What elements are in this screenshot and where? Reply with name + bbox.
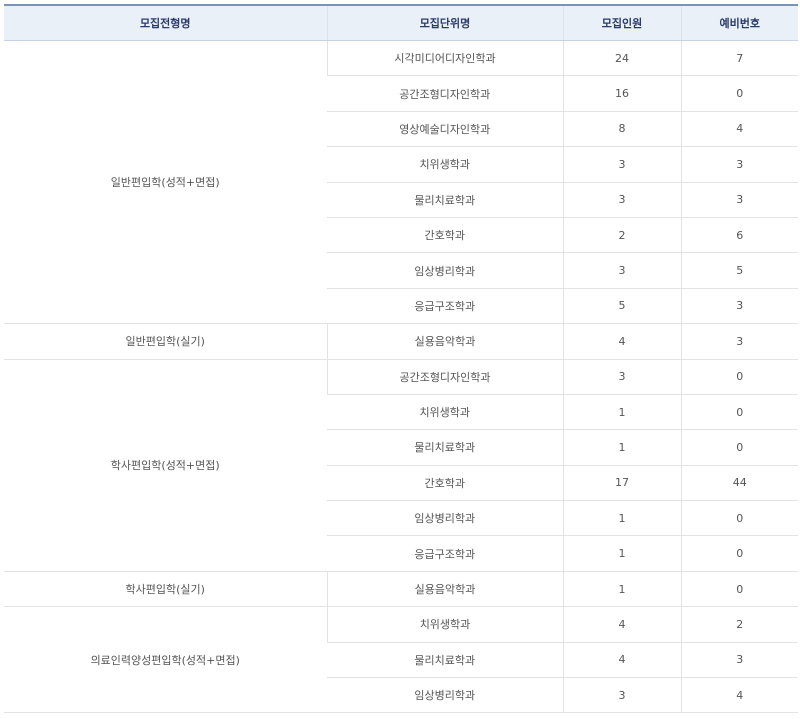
recruit-count-cell: 3 bbox=[562, 677, 681, 714]
reserve-number-cell: 44 bbox=[680, 465, 798, 502]
track-name-cell: 학사편입학(성적+면접) bbox=[4, 359, 327, 572]
recruit-count-cell: 1 bbox=[562, 571, 681, 608]
reserve-number-cell: 3 bbox=[680, 146, 798, 183]
reserve-number-cell: 3 bbox=[680, 288, 798, 325]
recruit-count-cell: 1 bbox=[562, 394, 681, 431]
reserve-number-cell: 0 bbox=[680, 75, 798, 112]
table-row: 일반편입학(실기) 실용음악학과 4 3 bbox=[4, 323, 798, 360]
recruit-count-cell: 16 bbox=[562, 75, 681, 112]
table-row: 일반편입학(성적+면접) 시각미디어디자인학과 24 7 bbox=[4, 40, 798, 325]
reserve-number-cell: 0 bbox=[680, 535, 798, 572]
header-reserve: 예비번호 bbox=[680, 4, 798, 41]
reserve-number-cell: 0 bbox=[680, 571, 798, 608]
reserve-number-cell: 3 bbox=[680, 642, 798, 679]
recruit-count-cell: 4 bbox=[562, 606, 681, 643]
reserve-number-cell: 6 bbox=[680, 217, 798, 254]
unit-name-cell: 간호학과 bbox=[327, 465, 563, 502]
recruit-count-cell: 2 bbox=[562, 217, 681, 254]
reserve-number-cell: 2 bbox=[680, 606, 798, 643]
reserve-number-cell: 3 bbox=[680, 182, 798, 218]
header-count: 모집인원 bbox=[562, 4, 681, 41]
unit-name-cell: 치위생학과 bbox=[327, 146, 563, 183]
table-body: 일반편입학(성적+면접) 시각미디어디자인학과 24 7 공간조형디자인학과 16 0 영상예… bbox=[4, 40, 798, 714]
recruit-count-cell: 4 bbox=[562, 642, 681, 679]
unit-name-cell: 시각미디어디자인학과 bbox=[326, 40, 563, 77]
unit-name-cell: 응급구조학과 bbox=[327, 288, 563, 325]
recruit-count-cell: 24 bbox=[562, 40, 681, 77]
unit-name-cell: 물리치료학과 bbox=[327, 429, 563, 466]
recruit-count-cell: 3 bbox=[562, 146, 681, 183]
recruit-count-cell: 4 bbox=[562, 323, 681, 360]
unit-name-cell: 실용음악학과 bbox=[326, 571, 563, 608]
unit-name-cell: 임상병리학과 bbox=[327, 500, 563, 537]
admission-table: 모집전형명 모집단위명 모집인원 예비번호 일반편입학(성적+면접) 시각미디어디… bbox=[4, 4, 798, 714]
reserve-number-cell: 3 bbox=[680, 323, 798, 360]
unit-name-cell: 실용음악학과 bbox=[326, 323, 563, 360]
unit-name-cell: 응급구조학과 bbox=[327, 535, 563, 572]
unit-name-cell: 물리치료학과 bbox=[327, 642, 563, 679]
table-row: 의료인력양성편입학(성적+면접) 치위생학과 4 2 bbox=[4, 606, 798, 714]
header-unit: 모집단위명 bbox=[326, 4, 563, 41]
reserve-number-cell: 4 bbox=[680, 677, 798, 714]
track-name-cell: 일반편입학(실기) bbox=[4, 323, 327, 360]
unit-name-cell: 공간조형디자인학과 bbox=[326, 359, 563, 395]
track-name-cell: 일반편입학(성적+면접) bbox=[4, 40, 327, 325]
unit-name-cell: 치위생학과 bbox=[326, 606, 563, 643]
reserve-number-cell: 0 bbox=[680, 359, 798, 395]
recruit-count-cell: 8 bbox=[562, 111, 681, 148]
reserve-number-cell: 0 bbox=[680, 500, 798, 537]
unit-name-cell: 공간조형디자인학과 bbox=[327, 75, 563, 112]
track-name-cell: 학사편입학(실기) bbox=[4, 571, 327, 608]
unit-name-cell: 치위생학과 bbox=[327, 394, 563, 431]
reserve-number-cell: 4 bbox=[680, 111, 798, 148]
unit-name-cell: 영상예술디자인학과 bbox=[327, 111, 563, 148]
unit-name-cell: 임상병리학과 bbox=[327, 677, 563, 714]
track-name-cell: 의료인력양성편입학(성적+면접) bbox=[4, 606, 327, 714]
reserve-number-cell: 0 bbox=[680, 429, 798, 466]
reserve-number-cell: 0 bbox=[680, 394, 798, 431]
unit-name-cell: 간호학과 bbox=[327, 217, 563, 254]
header-track: 모집전형명 bbox=[4, 4, 327, 41]
recruit-count-cell: 1 bbox=[562, 500, 681, 537]
recruit-count-cell: 1 bbox=[562, 429, 681, 466]
table-row: 학사편입학(실기) 실용음악학과 1 0 bbox=[4, 571, 798, 608]
recruit-count-cell: 1 bbox=[562, 535, 681, 572]
recruit-count-cell: 3 bbox=[562, 182, 681, 218]
recruit-count-cell: 3 bbox=[562, 252, 681, 289]
unit-name-cell: 물리치료학과 bbox=[327, 182, 563, 218]
reserve-number-cell: 5 bbox=[680, 252, 798, 289]
header-row: 모집전형명 모집단위명 모집인원 예비번호 bbox=[4, 4, 798, 41]
recruit-count-cell: 5 bbox=[562, 288, 681, 325]
recruit-count-cell: 3 bbox=[562, 359, 681, 395]
table-row: 학사편입학(성적+면접) 공간조형디자인학과 3 0 bbox=[4, 359, 798, 572]
unit-name-cell: 임상병리학과 bbox=[327, 252, 563, 289]
recruit-count-cell: 17 bbox=[562, 465, 681, 502]
reserve-number-cell: 7 bbox=[680, 40, 798, 77]
